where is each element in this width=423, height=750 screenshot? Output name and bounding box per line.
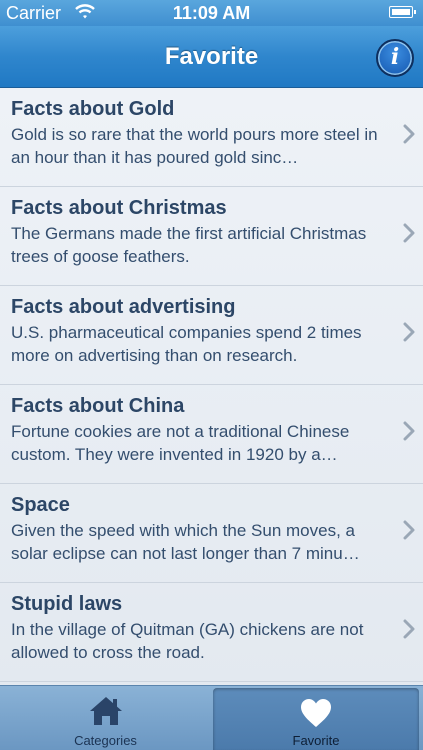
favorites-list: Facts about Gold Gold is so rare that th… — [0, 88, 423, 685]
item-title: Facts about Christmas — [11, 197, 227, 219]
battery-icon — [389, 6, 416, 18]
tab-label: Favorite — [292, 733, 340, 748]
tab-label: Categories — [74, 733, 137, 748]
item-title: Facts about Gold — [11, 98, 175, 120]
status-time: 11:09 AM — [172, 3, 251, 23]
navigation-bar: Favorite i — [0, 26, 423, 88]
house-icon — [89, 697, 122, 725]
list-item[interactable]: Facts about advertising U.S. pharmaceuti… — [0, 286, 423, 385]
item-description: Gold is so rare that the world pours mor… — [11, 125, 378, 167]
chevron-right-icon — [403, 619, 415, 639]
tab-categories[interactable]: Categories — [0, 686, 211, 750]
page-title: Favorite — [164, 43, 259, 70]
chevron-right-icon — [403, 520, 415, 540]
chevron-right-icon — [403, 223, 415, 243]
list-item[interactable]: Facts about Christmas The Germans made t… — [0, 187, 423, 286]
list-item[interactable]: Space Given the speed with which the Sun… — [0, 484, 423, 583]
status-bar: Carrier 11:09 AM — [0, 0, 423, 26]
tab-bar: Categories Favorite — [0, 685, 423, 750]
item-title: Stupid laws — [11, 593, 123, 615]
item-description: Given the speed with which the Sun moves… — [11, 521, 360, 563]
item-title: Facts about China — [11, 395, 185, 417]
chevron-right-icon — [403, 322, 415, 342]
heart-icon — [301, 699, 331, 727]
item-description: U.S. pharmaceutical companies spend 2 ti… — [11, 323, 362, 365]
chevron-right-icon — [403, 124, 415, 144]
item-title: Space — [11, 494, 70, 516]
list-item[interactable]: Facts about China Fortune cookies are no… — [0, 385, 423, 484]
item-description: The Germans made the first artificial Ch… — [11, 224, 367, 266]
info-button[interactable]: i — [376, 39, 414, 77]
item-description: Fortune cookies are not a traditional Ch… — [11, 422, 350, 464]
item-description: In the village of Quitman (GA) chickens … — [11, 620, 364, 662]
item-title: Facts about advertising — [11, 296, 236, 318]
chevron-right-icon — [403, 421, 415, 441]
list-item[interactable]: Stupid laws In the village of Quitman (G… — [0, 583, 423, 682]
list-item[interactable]: Facts about Gold Gold is so rare that th… — [0, 88, 423, 187]
tab-favorite[interactable]: Favorite — [213, 688, 419, 750]
